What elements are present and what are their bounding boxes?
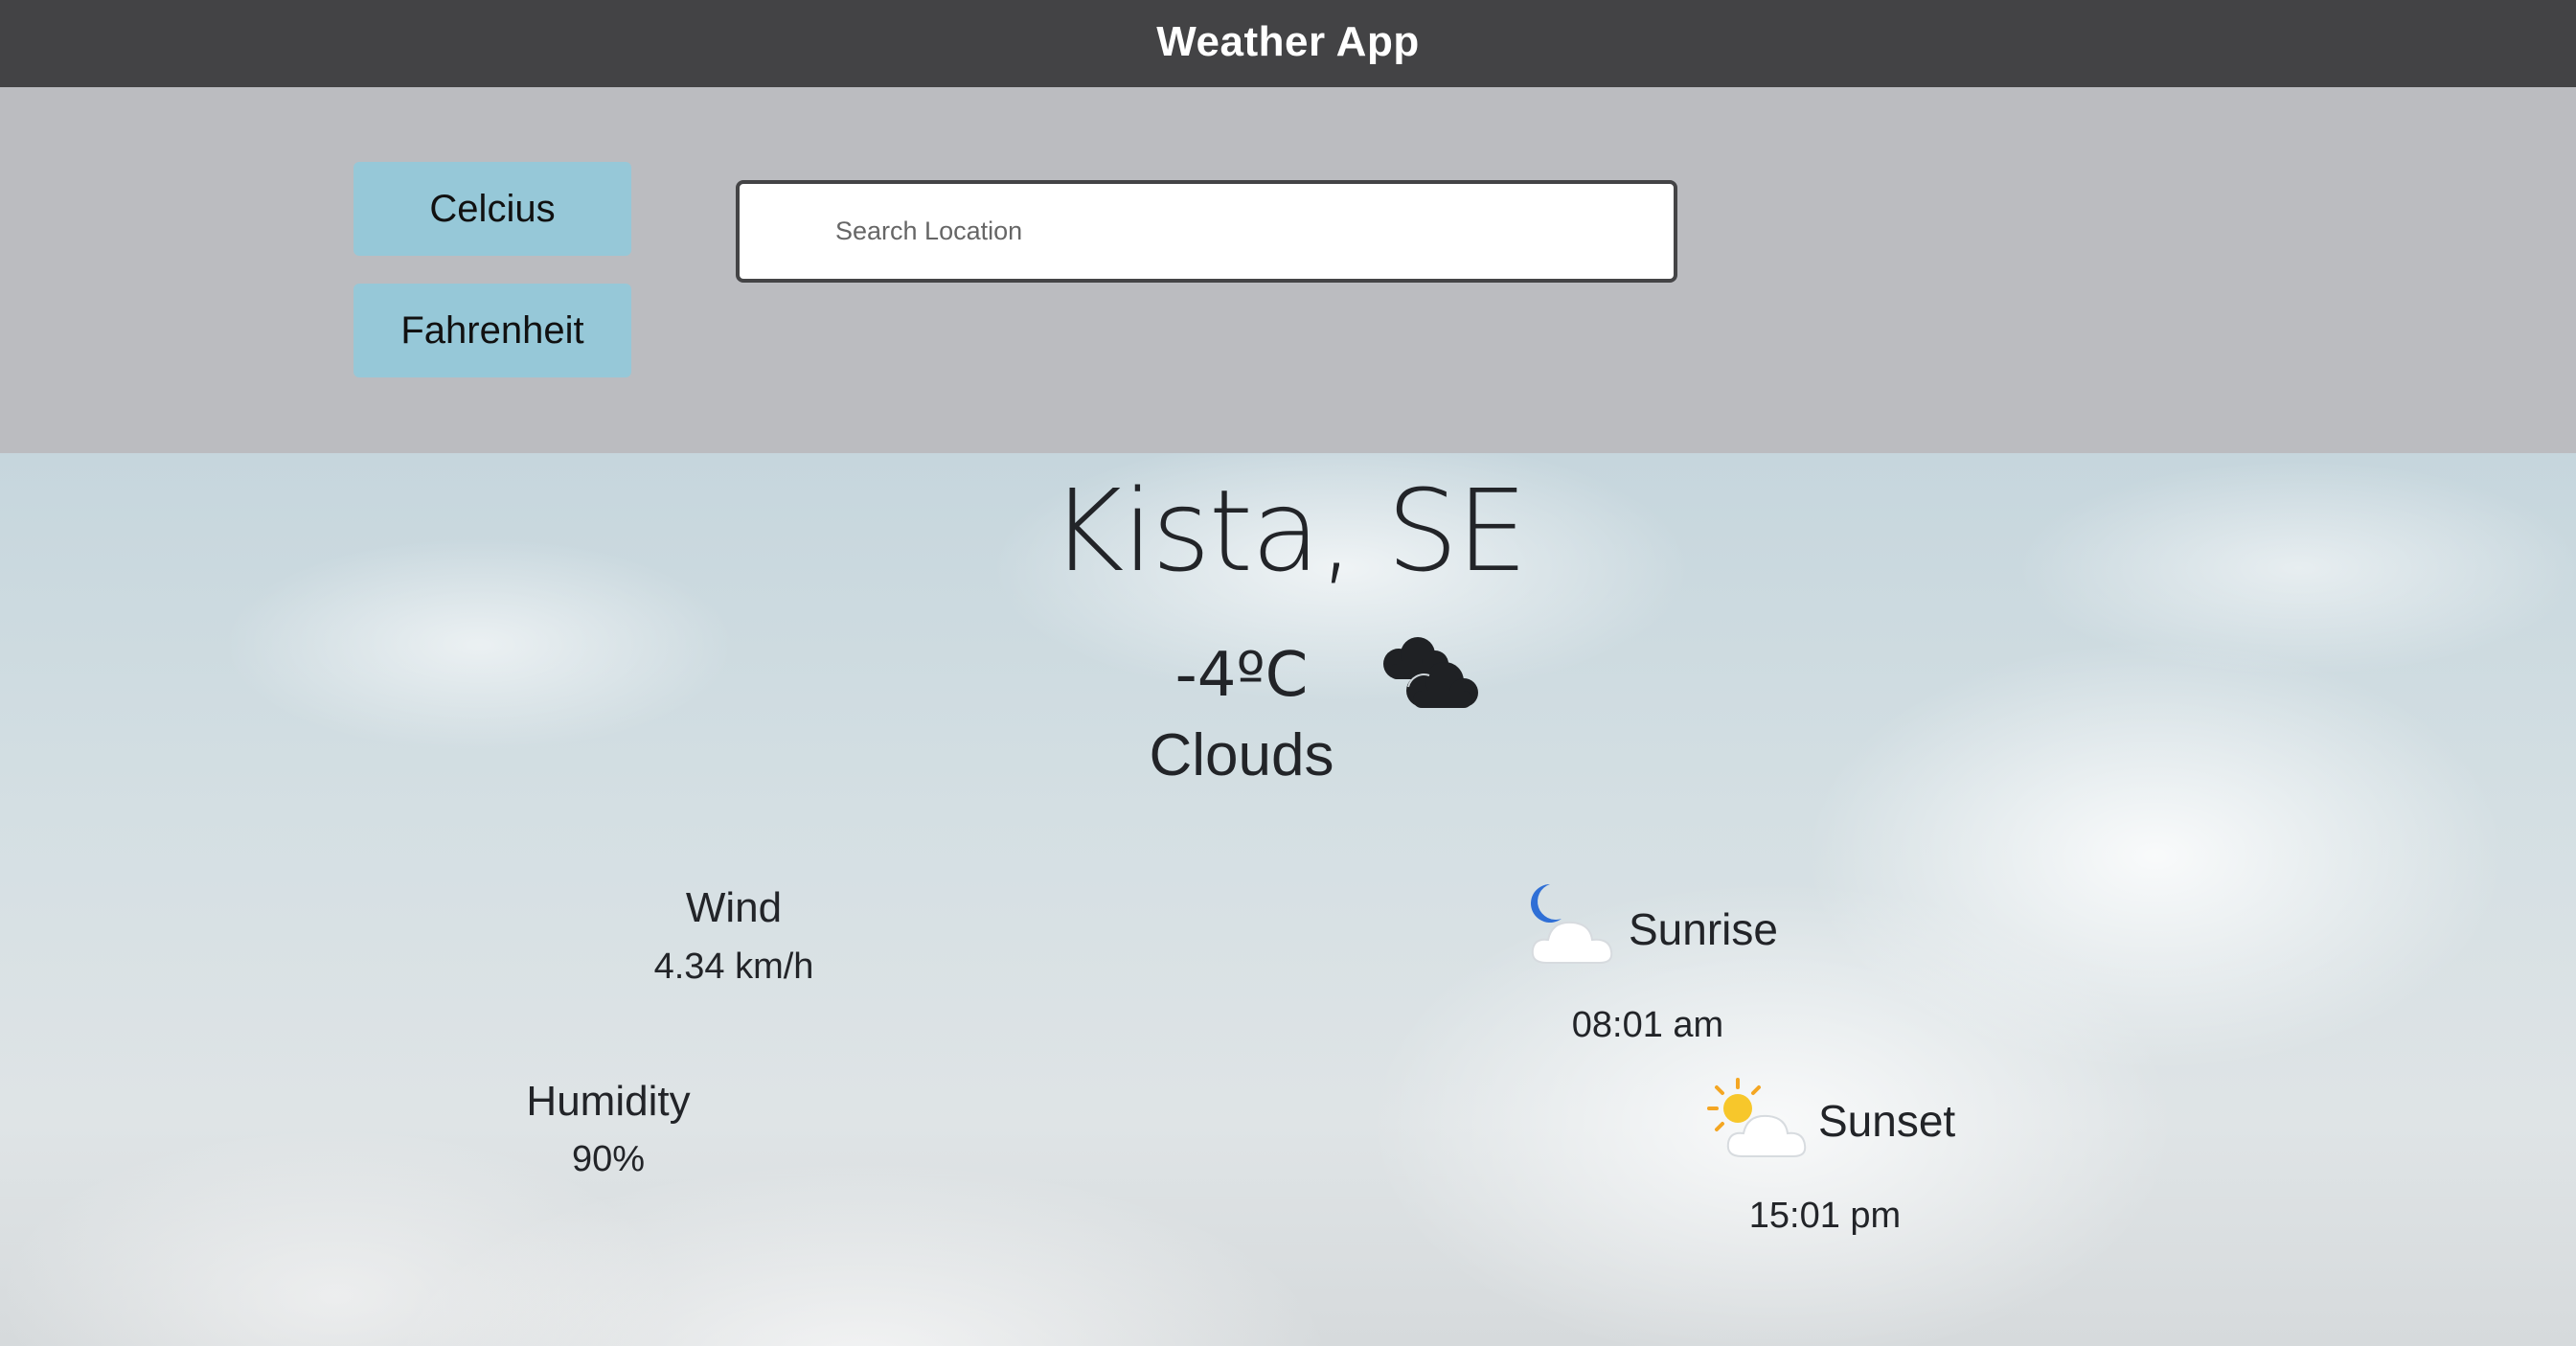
sunrise-label: Sunrise [1629, 904, 1778, 954]
weather-condition: Clouds [1149, 722, 1334, 788]
humidity-label: Humidity [526, 1078, 691, 1125]
sun-cloud-icon [1707, 1078, 1807, 1157]
fahrenheit-button[interactable]: Fahrenheit [353, 284, 631, 377]
sunset-label: Sunset [1818, 1096, 1956, 1146]
humidity-value: 90% [571, 1139, 646, 1179]
wind-label: Wind [685, 884, 783, 931]
temperature: -4ºC [1174, 640, 1309, 711]
celsius-button[interactable]: Celcius [353, 162, 631, 256]
search-input[interactable] [740, 184, 1674, 279]
weather-panel: Kista, SE -4ºC Clouds Wind 4.34 km/h Hum… [0, 453, 2576, 1346]
wind-value: 4.34 km/h [653, 947, 814, 987]
controls-panel: Celcius Fahrenheit [0, 87, 2576, 453]
app-title: Weather App [1156, 17, 1420, 65]
clouds-icon [1383, 637, 1478, 708]
sunrise-time: 08:01 am [1571, 1005, 1724, 1045]
search-box [736, 180, 1677, 283]
city-name: Kista, SE [1050, 465, 1528, 597]
moon-cloud-icon [1531, 884, 1613, 964]
app-header: Weather App [0, 0, 2576, 87]
sunset-time: 15:01 pm [1748, 1196, 1902, 1236]
